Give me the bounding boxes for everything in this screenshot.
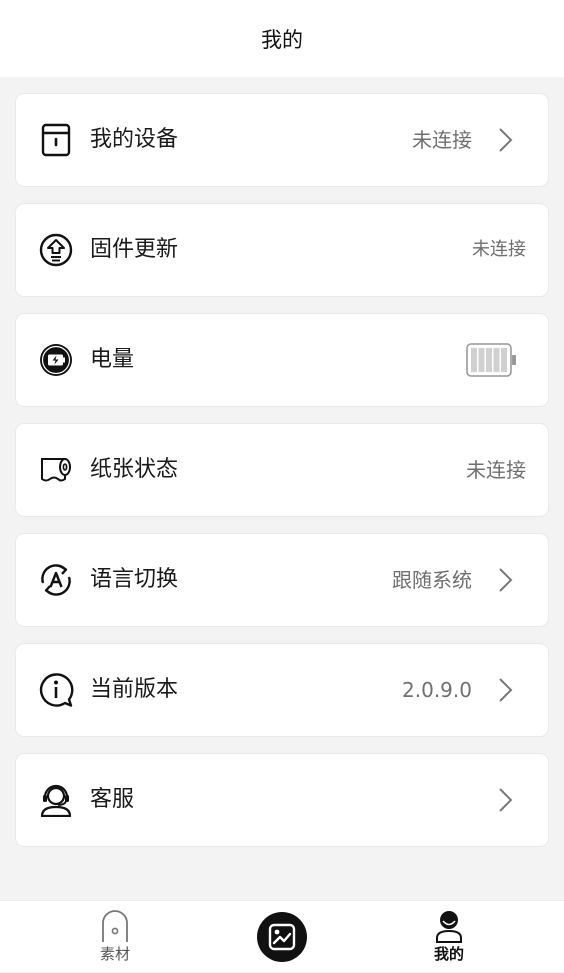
create-button[interactable] [257,912,307,962]
version-value: 2.0.9.0 [402,678,472,702]
tab-label: 素材 [99,945,130,963]
chevron-right-icon [499,568,513,592]
menu-item-version[interactable]: 当前版本 2.0.9.0 [16,644,548,736]
paper-roll-icon [38,452,74,488]
menu-item-paper-status[interactable]: 纸张状态 未连接 [16,424,548,516]
printer-box-icon [38,122,74,158]
menu-item-label: 固件更新 [90,237,179,262]
tab-materials[interactable]: 素材 [65,901,165,973]
customer-service-icon [38,782,74,818]
battery-circle-icon [38,342,74,378]
paper-status-value: 未连接 [466,458,526,482]
tab-label: 我的 [433,945,464,963]
profile-icon [436,911,462,943]
chevron-right-icon [499,128,513,152]
info-icon [38,672,74,708]
chevron-right-icon [499,788,513,812]
language-icon [38,562,74,598]
device-status-value: 未连接 [412,128,472,152]
menu-item-language[interactable]: 语言切换 跟随系统 [16,534,548,626]
menu-item-label: 电量 [90,347,135,372]
menu-item-label: 客服 [90,787,135,812]
menu-item-label: 语言切换 [90,567,179,592]
materials-icon [102,910,128,942]
menu-item-label: 纸张状态 [90,457,179,482]
menu-item-my-device[interactable]: 我的设备 未连接 [16,94,548,186]
firmware-upload-icon [38,232,74,268]
firmware-status-value: 未连接 [472,239,526,260]
menu-item-label: 我的设备 [90,127,179,152]
create-image-icon [268,923,296,951]
battery-level-indicator [466,343,516,377]
tab-mine[interactable]: 我的 [399,901,499,973]
page-title: 我的 [261,27,303,52]
language-value: 跟随系统 [392,568,472,592]
menu-item-battery: 电量 [16,314,548,406]
top-header: 我的 [0,0,564,77]
menu-item-customer-service[interactable]: 客服 [16,754,548,846]
menu-item-label: 当前版本 [90,677,179,702]
menu-item-firmware-update[interactable]: 固件更新 未连接 [16,204,548,296]
chevron-right-icon [499,678,513,702]
